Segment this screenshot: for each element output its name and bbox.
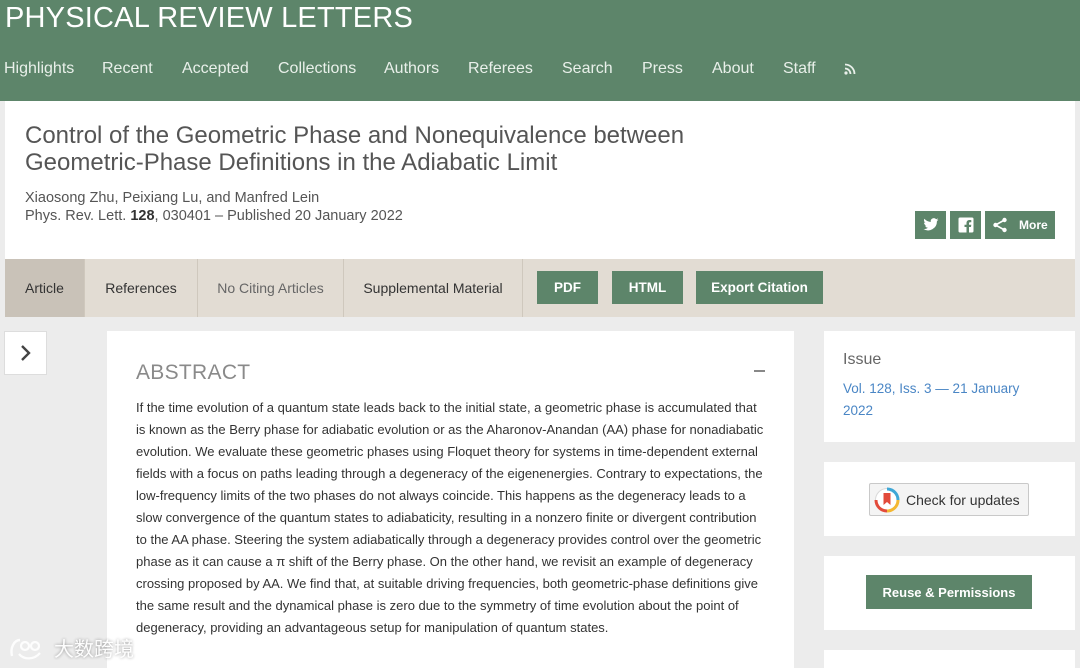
citation-details: , 030401 – Published 20 January 2022 — [154, 208, 403, 224]
site-header: PHYSICAL REVIEW LETTERS Highlights Recen… — [0, 0, 1080, 101]
check-updates-label: Check for updates — [906, 491, 1020, 508]
nav-press[interactable]: Press — [642, 60, 683, 78]
rss-icon[interactable] — [844, 62, 858, 76]
article-title: Control of the Geometric Phase and Noneq… — [25, 122, 685, 176]
article-header: Control of the Geometric Phase and Noneq… — [5, 101, 1075, 259]
check-updates-button[interactable]: Check for updates — [869, 483, 1029, 516]
reuse-permissions-button[interactable]: Reuse & Permissions — [866, 575, 1032, 609]
sidebar-toggle-button[interactable] — [4, 331, 47, 375]
tab-references[interactable]: References — [85, 259, 198, 317]
nav-staff[interactable]: Staff — [783, 60, 816, 78]
crossmark-icon — [874, 487, 900, 512]
abstract-heading: ABSTRACT — [136, 361, 251, 384]
updates-card: Check for updates — [824, 462, 1075, 536]
tab-article[interactable]: Article — [5, 259, 85, 317]
twitter-share-button[interactable] — [915, 211, 946, 239]
more-label: More — [1019, 218, 1048, 232]
more-share-button[interactable]: More — [985, 211, 1055, 239]
issue-label: Issue — [843, 351, 882, 368]
nav-search[interactable]: Search — [562, 60, 613, 78]
export-citation-button[interactable]: Export Citation — [696, 271, 823, 304]
nav-referees[interactable]: Referees — [468, 60, 533, 78]
chevron-right-icon — [20, 345, 31, 361]
pdf-button[interactable]: PDF — [537, 271, 598, 304]
volume-number: 128 — [130, 208, 155, 224]
nav-recent[interactable]: Recent — [102, 60, 153, 78]
tab-citing-articles[interactable]: No Citing Articles — [198, 259, 344, 317]
facebook-icon — [958, 217, 973, 233]
reuse-card: Reuse & Permissions — [824, 556, 1075, 630]
html-button[interactable]: HTML — [612, 271, 683, 304]
journal-abbrev: Phys. Rev. Lett. — [25, 208, 127, 224]
watermark: 大数跨境 — [8, 633, 134, 662]
twitter-icon — [922, 218, 938, 231]
nav-authors[interactable]: Authors — [384, 60, 439, 78]
issue-card: Issue Vol. 128, Iss. 3 — 21 January 2022 — [824, 331, 1075, 442]
nav-collections[interactable]: Collections — [278, 60, 356, 78]
share-icon — [993, 217, 1007, 233]
sidebar-card — [824, 650, 1075, 668]
article-authors[interactable]: Xiaosong Zhu, Peixiang Lu, and Manfred L… — [25, 190, 319, 206]
collapse-icon[interactable] — [754, 370, 765, 372]
abstract-text: If the time evolution of a quantum state… — [136, 400, 764, 635]
nav-about[interactable]: About — [712, 60, 754, 78]
facebook-share-button[interactable] — [950, 211, 981, 239]
watermark-text: 大数跨境 — [54, 639, 134, 661]
watermark-logo-icon — [10, 638, 41, 659]
nav-highlights[interactable]: Highlights — [4, 60, 74, 78]
article-citation: Phys. Rev. Lett. 128, 030401 – Published… — [25, 208, 403, 224]
article-tabbar: Article References No Citing Articles Su… — [5, 259, 1075, 317]
nav-accepted[interactable]: Accepted — [182, 60, 249, 78]
journal-title[interactable]: PHYSICAL REVIEW LETTERS — [5, 2, 413, 35]
abstract-section: ABSTRACT If the time evolution of a quan… — [107, 331, 794, 668]
tab-supplemental[interactable]: Supplemental Material — [344, 259, 523, 317]
issue-link[interactable]: Vol. 128, Iss. 3 — 21 January 2022 — [843, 378, 1043, 422]
